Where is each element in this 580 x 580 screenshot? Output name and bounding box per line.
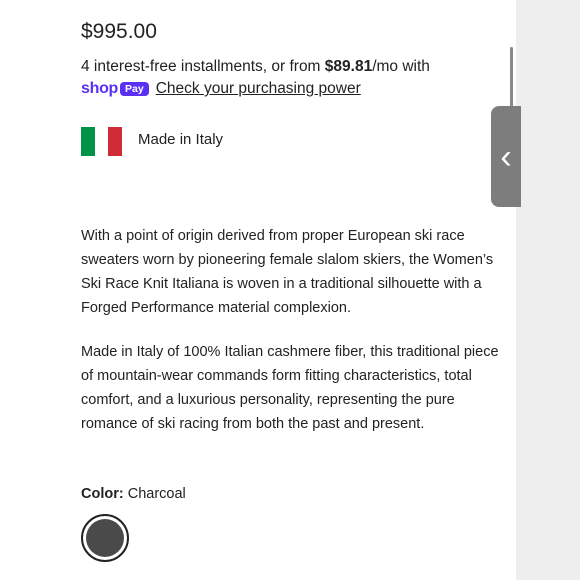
color-swatch-charcoal[interactable]: [81, 514, 129, 562]
shop-pay-logo: shop: [81, 80, 119, 97]
shop-pay-row: shop Pay Check your purchasing power: [81, 80, 361, 98]
installments-prefix: 4 interest-free installments, or from: [81, 58, 325, 75]
check-purchasing-power-link[interactable]: Check your purchasing power: [156, 80, 361, 98]
shop-pay-badge: Pay: [120, 82, 149, 96]
product-price: $995.00: [81, 20, 157, 43]
italy-flag-icon: [81, 127, 123, 156]
side-drawer-tab[interactable]: ‹: [491, 106, 521, 207]
made-in-label: Made in Italy: [138, 131, 224, 148]
installments-text: 4 interest-free installments, or from $8…: [81, 58, 430, 76]
description-paragraph-1: With a point of origin derived from prop…: [81, 228, 494, 316]
color-value: Charcoal: [127, 486, 186, 502]
chevron-left-icon: ‹: [500, 137, 512, 176]
color-label: Color:: [81, 486, 124, 502]
swatch-fill: [86, 519, 124, 557]
right-gutter: [516, 0, 580, 580]
description-paragraph-2: Made in Italy of 100% Italian cashmere f…: [81, 344, 499, 432]
installments-suffix: /mo with: [372, 58, 430, 75]
installment-amount: $89.81: [324, 58, 373, 75]
color-selection: Color: Charcoal: [81, 486, 186, 502]
